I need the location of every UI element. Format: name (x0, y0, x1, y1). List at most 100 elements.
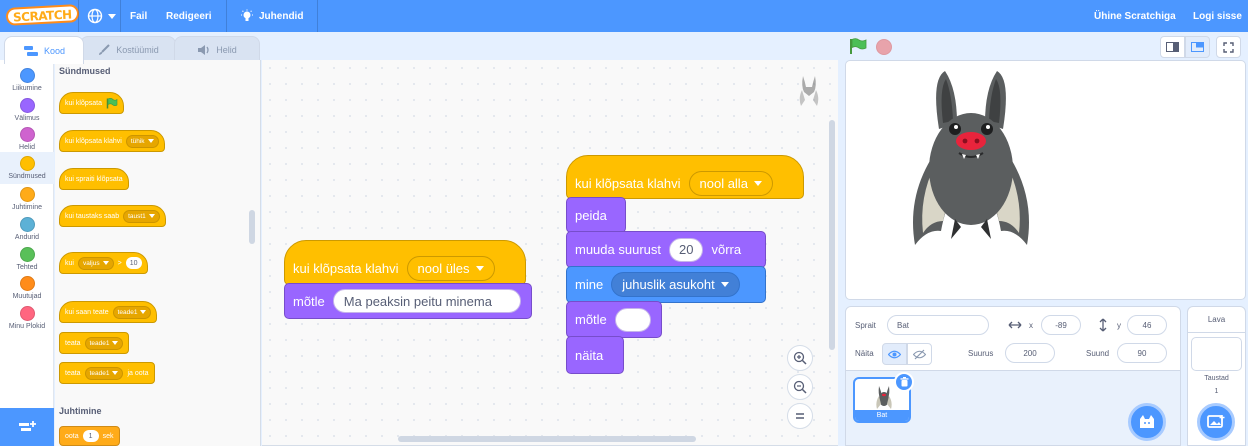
x-position-input[interactable]: -89 (1041, 315, 1081, 335)
number-input[interactable]: 10 (125, 257, 142, 269)
stop-icon[interactable] (876, 39, 892, 55)
y-position-input[interactable]: 46 (1127, 315, 1167, 335)
script2-goto-block[interactable]: mine juhuslik asukoht (566, 266, 766, 303)
palette-block-when-flag-clicked[interactable]: kui klõpsata (59, 92, 124, 114)
block-text: kui saan teate (65, 308, 109, 316)
category-events[interactable]: Sündmused (0, 152, 54, 184)
bat-sprite[interactable] (901, 69, 1041, 257)
script2-when-key-pressed[interactable]: kui klõpsata klahvi nool alla (566, 155, 804, 199)
delete-sprite-button[interactable] (894, 372, 914, 392)
think-text-input[interactable] (614, 307, 651, 332)
script2-show-block[interactable]: näita (566, 336, 624, 374)
chevron-down-icon (112, 371, 119, 375)
block-text: teata (65, 339, 81, 347)
equals-icon (796, 413, 804, 419)
sprite-name-input[interactable]: Bat (887, 315, 989, 335)
category-looks[interactable]: Välimus (0, 94, 54, 124)
script2-change-size-block[interactable]: muuda suurust 20 võrra (566, 231, 766, 268)
file-menu[interactable]: Fail (130, 0, 147, 32)
size-label: Suurus (968, 349, 994, 358)
add-extension-button[interactable] (0, 408, 54, 446)
palette-block-when-sprite-clicked[interactable]: kui spraiti klõpsata (59, 168, 129, 190)
scratch-logo[interactable]: SCRATCH (5, 4, 80, 26)
eye-icon (888, 350, 901, 358)
palette-block-when-receive[interactable]: kui saan teate teade1 (59, 301, 158, 323)
category-color-dot (19, 187, 35, 202)
category-color-dot (19, 247, 35, 262)
join-scratch-link[interactable]: Ühine Scratchiga (1094, 0, 1176, 32)
stage-thumbnail[interactable] (1191, 337, 1242, 371)
category-sound[interactable]: Helid (0, 123, 54, 153)
key-dropdown[interactable]: nool üles (406, 256, 495, 281)
backdrop-add-icon (1207, 415, 1225, 428)
category-label: Helid (19, 144, 35, 151)
tab-sounds[interactable]: Helid (174, 36, 260, 62)
workspace-horizontal-scrollbar[interactable] (398, 436, 696, 442)
edit-menu[interactable]: Redigeeri (166, 0, 212, 32)
size-change-input[interactable]: 20 (669, 237, 704, 262)
zoom-in-button[interactable] (787, 345, 813, 371)
fullscreen-button[interactable] (1216, 36, 1241, 58)
palette-scrollbar[interactable] (249, 210, 255, 244)
size-input[interactable]: 200 (1005, 343, 1055, 363)
category-control[interactable]: Juhtimine (0, 183, 54, 213)
category-sensing[interactable]: Andurid (0, 213, 54, 243)
script1-when-key-pressed[interactable]: kui klõpsata klahvi nool üles (284, 240, 526, 285)
trash-icon (900, 377, 908, 387)
key-dropdown[interactable]: tühik (125, 134, 159, 148)
normal-stage-button[interactable] (1185, 36, 1210, 58)
stage-selector[interactable]: Lava Taustad 1 (1187, 306, 1246, 446)
block-text: muuda suurust (575, 242, 661, 257)
number-input[interactable]: 1 (82, 430, 99, 442)
script2-think-block[interactable]: mõtle (566, 301, 662, 338)
small-stage-button[interactable] (1160, 36, 1185, 58)
workspace-vertical-scrollbar[interactable] (829, 120, 835, 350)
stage-canvas[interactable] (845, 60, 1246, 300)
key-dropdown[interactable]: nool alla (688, 170, 773, 196)
direction-label: Suund (1086, 349, 1110, 358)
direction-input[interactable]: 90 (1117, 343, 1167, 363)
category-menu: Liikumine Välimus Helid Sündmused Juhtim… (0, 60, 54, 446)
sprite-name-label: Sprait (855, 321, 876, 330)
tab-costumes[interactable]: Kostüümid (80, 36, 176, 62)
message-dropdown[interactable]: teade1 (84, 366, 124, 380)
palette-block-when-key-pressed[interactable]: kui klõpsata klahvi tühik (59, 130, 165, 152)
block-text: võrra (711, 242, 742, 257)
tutorials-button[interactable]: Juhendid (240, 0, 303, 32)
goto-dropdown[interactable]: juhuslik asukoht (611, 272, 740, 297)
tab-sounds-label: Helid (216, 44, 237, 55)
speaker-icon (198, 44, 209, 55)
think-text-input[interactable]: Ma peaksin peitu minema (332, 289, 521, 313)
category-my-blocks[interactable]: Minu Plokid (0, 302, 54, 332)
block-text: kui klõpsata klahvi (293, 261, 399, 276)
category-color-dot (19, 127, 35, 142)
sign-in-link[interactable]: Logi sisse (1193, 0, 1242, 32)
script2-hide-block[interactable]: peida (566, 197, 626, 233)
category-motion[interactable]: Liikumine (0, 64, 54, 94)
block-text: näita (575, 347, 604, 363)
choose-backdrop-button[interactable] (1197, 403, 1235, 441)
message-dropdown[interactable]: teade1 (112, 305, 152, 319)
script1-think-block[interactable]: mõtle Ma peaksin peitu minema (284, 283, 532, 319)
category-operators[interactable]: Tehted (0, 243, 54, 273)
category-variables[interactable]: Muutujad (0, 272, 54, 302)
language-menu[interactable] (87, 0, 116, 32)
show-sprite-button[interactable] (882, 343, 907, 365)
backdrop-dropdown[interactable]: taust1 (123, 209, 160, 223)
green-flag-icon[interactable] (849, 38, 867, 55)
x-position-icon (1008, 321, 1022, 329)
message-dropdown[interactable]: teade1 (84, 336, 124, 350)
zoom-out-button[interactable] (787, 374, 813, 400)
palette-block-when-greater-than[interactable]: kui valjus > 10 (59, 252, 148, 274)
tab-code[interactable]: Kood (4, 36, 84, 64)
zoom-reset-button[interactable] (787, 403, 813, 429)
hide-sprite-button[interactable] (907, 343, 932, 365)
palette-block-wait[interactable]: oota 1 sek (59, 426, 120, 446)
code-workspace[interactable]: kui klõpsata klahvi nool üles mõtle Ma p… (262, 60, 838, 446)
palette-block-when-backdrop-switches[interactable]: kui taustaks saab taust1 (59, 205, 166, 227)
palette-block-broadcast-and-wait[interactable]: teata teade1 ja oota (59, 362, 155, 384)
palette-section-title: Sündmused (59, 66, 111, 76)
choose-sprite-button[interactable] (1128, 403, 1166, 441)
palette-block-broadcast[interactable]: teata teade1 (59, 332, 130, 354)
sensor-dropdown[interactable]: valjus (77, 256, 114, 270)
